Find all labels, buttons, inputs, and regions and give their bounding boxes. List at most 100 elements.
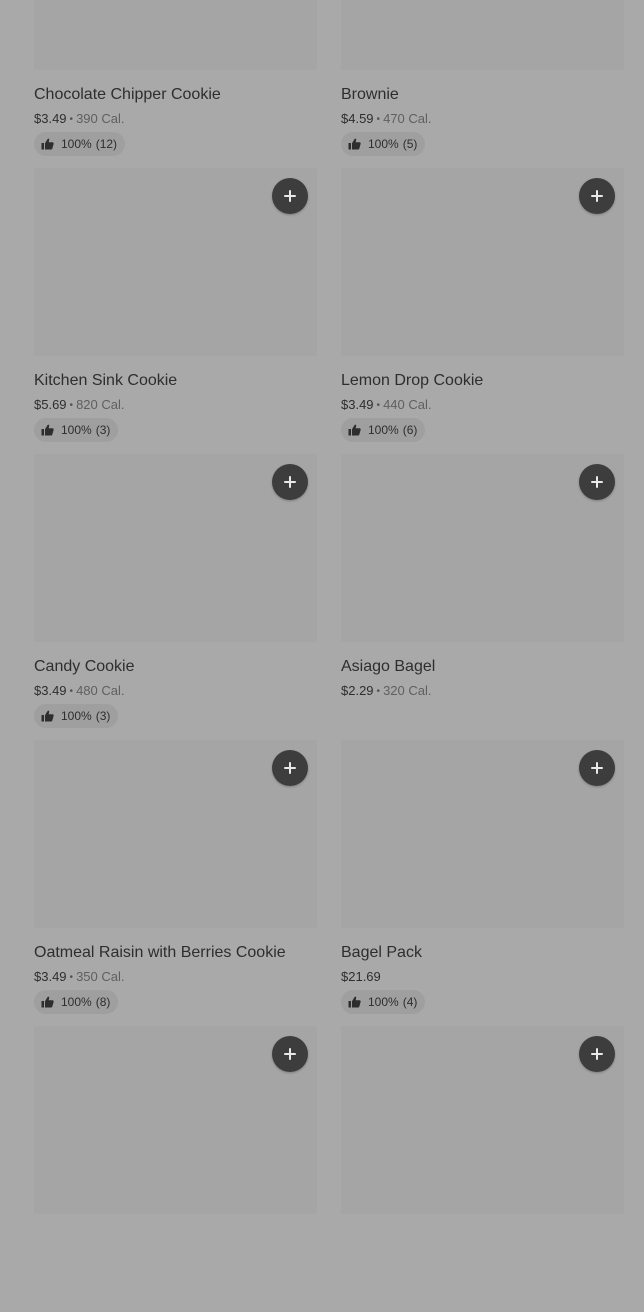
- add-to-cart-button[interactable]: [579, 464, 615, 500]
- item-thumbnail[interactable]: [341, 168, 624, 356]
- item-title[interactable]: Candy Cookie: [34, 657, 135, 677]
- item-price: $3.49: [34, 683, 67, 698]
- plus-icon: [591, 190, 603, 202]
- item-title[interactable]: Asiago Bagel: [341, 657, 435, 677]
- item-calories: 390 Cal.: [76, 111, 125, 126]
- rating-count: (8): [95, 995, 111, 1009]
- rating-percent: 100%: [61, 137, 92, 151]
- item-thumbnail[interactable]: [341, 0, 624, 70]
- rating-badge: 100% (12): [34, 132, 126, 156]
- item-thumbnail[interactable]: [34, 1026, 317, 1214]
- add-to-cart-button[interactable]: [579, 750, 615, 786]
- add-to-cart-button[interactable]: [579, 178, 615, 214]
- menu-item-card[interactable]: [341, 1026, 624, 1312]
- meta-separator: •: [376, 400, 381, 411]
- item-price: $4.59: [341, 111, 374, 126]
- menu-item-card[interactable]: Chocolate Chipper Cookie $3.49 • 390 Cal. 10…: [34, 0, 317, 168]
- item-thumbnail[interactable]: [34, 454, 317, 642]
- item-calories: 350 Cal.: [76, 969, 125, 984]
- plus-icon: [284, 190, 296, 202]
- add-to-cart-button[interactable]: [579, 1036, 615, 1072]
- plus-icon: [284, 1048, 296, 1060]
- rating-badge: 100% (3): [34, 704, 119, 728]
- item-thumbnail[interactable]: [341, 454, 624, 642]
- item-price: $5.69: [34, 397, 67, 412]
- thumbs-up-icon: [41, 424, 54, 436]
- item-title[interactable]: Bagel Pack: [341, 943, 422, 963]
- item-title[interactable]: Brownie: [341, 85, 399, 105]
- menu-item-card[interactable]: Bagel Pack $21.69 100% (4): [341, 740, 624, 1026]
- rating-count: (6): [402, 423, 418, 437]
- item-calories: 320 Cal.: [383, 683, 432, 698]
- item-title[interactable]: Chocolate Chipper Cookie: [34, 85, 221, 105]
- item-price: $3.49: [34, 111, 67, 126]
- meta-separator: •: [69, 972, 74, 983]
- rating-percent: 100%: [61, 995, 92, 1009]
- item-meta: $5.69 • 820 Cal.: [34, 397, 124, 415]
- meta-separator: •: [69, 686, 74, 697]
- item-thumbnail[interactable]: [341, 740, 624, 928]
- thumbs-up-icon: [348, 138, 361, 150]
- plus-icon: [284, 476, 296, 488]
- item-thumbnail[interactable]: [341, 1026, 624, 1214]
- item-meta: $3.49 • 480 Cal.: [34, 683, 124, 701]
- add-to-cart-button[interactable]: [272, 464, 308, 500]
- rating-badge: 100% (4): [341, 990, 426, 1014]
- thumbs-up-icon: [348, 996, 361, 1008]
- item-meta: $2.29 • 320 Cal.: [341, 683, 431, 701]
- menu-item-card[interactable]: Brownie $4.59 • 470 Cal. 100% (5): [341, 0, 624, 168]
- item-price: $2.29: [341, 683, 374, 698]
- menu-item-card[interactable]: Kitchen Sink Cookie $5.69 • 820 Cal. 100% (3): [34, 168, 317, 454]
- meta-separator: •: [376, 686, 381, 697]
- menu-item-card[interactable]: Candy Cookie $3.49 • 480 Cal. 100% (3): [34, 454, 317, 740]
- rating-count: (3): [95, 423, 111, 437]
- rating-count: (4): [402, 995, 418, 1009]
- thumbs-up-icon: [41, 996, 54, 1008]
- add-to-cart-button[interactable]: [272, 750, 308, 786]
- plus-icon: [591, 762, 603, 774]
- plus-icon: [591, 476, 603, 488]
- rating-badge: 100% (6): [341, 418, 426, 442]
- add-to-cart-button[interactable]: [272, 1036, 308, 1072]
- item-price: $21.69: [341, 969, 381, 984]
- rating-count: (12): [95, 137, 118, 151]
- rating-badge: 100% (5): [341, 132, 426, 156]
- item-thumbnail[interactable]: [34, 168, 317, 356]
- menu-item-card[interactable]: [34, 1026, 317, 1312]
- item-meta: $3.49 • 350 Cal.: [34, 969, 124, 987]
- item-title[interactable]: Lemon Drop Cookie: [341, 371, 483, 391]
- item-meta: $21.69: [341, 969, 381, 985]
- add-to-cart-button[interactable]: [272, 178, 308, 214]
- thumbs-up-icon: [41, 138, 54, 150]
- rating-percent: 100%: [61, 709, 92, 723]
- meta-separator: •: [376, 114, 381, 125]
- item-calories: 480 Cal.: [76, 683, 125, 698]
- item-title[interactable]: Kitchen Sink Cookie: [34, 371, 177, 391]
- rating-count: (3): [95, 709, 111, 723]
- item-title[interactable]: Oatmeal Raisin with Berries Cookie: [34, 943, 286, 963]
- rating-count: (5): [402, 137, 418, 151]
- thumbs-up-icon: [348, 424, 361, 436]
- item-meta: $3.49 • 440 Cal.: [341, 397, 431, 415]
- thumbs-up-icon: [41, 710, 54, 722]
- rating-percent: 100%: [368, 423, 399, 437]
- meta-separator: •: [69, 114, 74, 125]
- menu-item-grid: Chocolate Chipper Cookie $3.49 • 390 Cal. 10…: [34, 0, 624, 1312]
- rating-badge: 100% (3): [34, 418, 119, 442]
- item-thumbnail[interactable]: [34, 0, 317, 70]
- item-meta: $4.59 • 470 Cal.: [341, 111, 431, 129]
- item-calories: 440 Cal.: [383, 397, 432, 412]
- menu-item-card[interactable]: Lemon Drop Cookie $3.49 • 440 Cal. 100% (6): [341, 168, 624, 454]
- item-thumbnail[interactable]: [34, 740, 317, 928]
- plus-icon: [284, 762, 296, 774]
- item-price: $3.49: [34, 969, 67, 984]
- item-price: $3.49: [341, 397, 374, 412]
- item-calories: 820 Cal.: [76, 397, 125, 412]
- menu-item-card[interactable]: Oatmeal Raisin with Berries Cookie $3.49 •…: [34, 740, 317, 1026]
- menu-item-card[interactable]: Asiago Bagel $2.29 • 320 Cal.: [341, 454, 624, 740]
- plus-icon: [591, 1048, 603, 1060]
- meta-separator: •: [69, 400, 74, 411]
- rating-percent: 100%: [368, 137, 399, 151]
- rating-percent: 100%: [368, 995, 399, 1009]
- item-meta: $3.49 • 390 Cal.: [34, 111, 124, 129]
